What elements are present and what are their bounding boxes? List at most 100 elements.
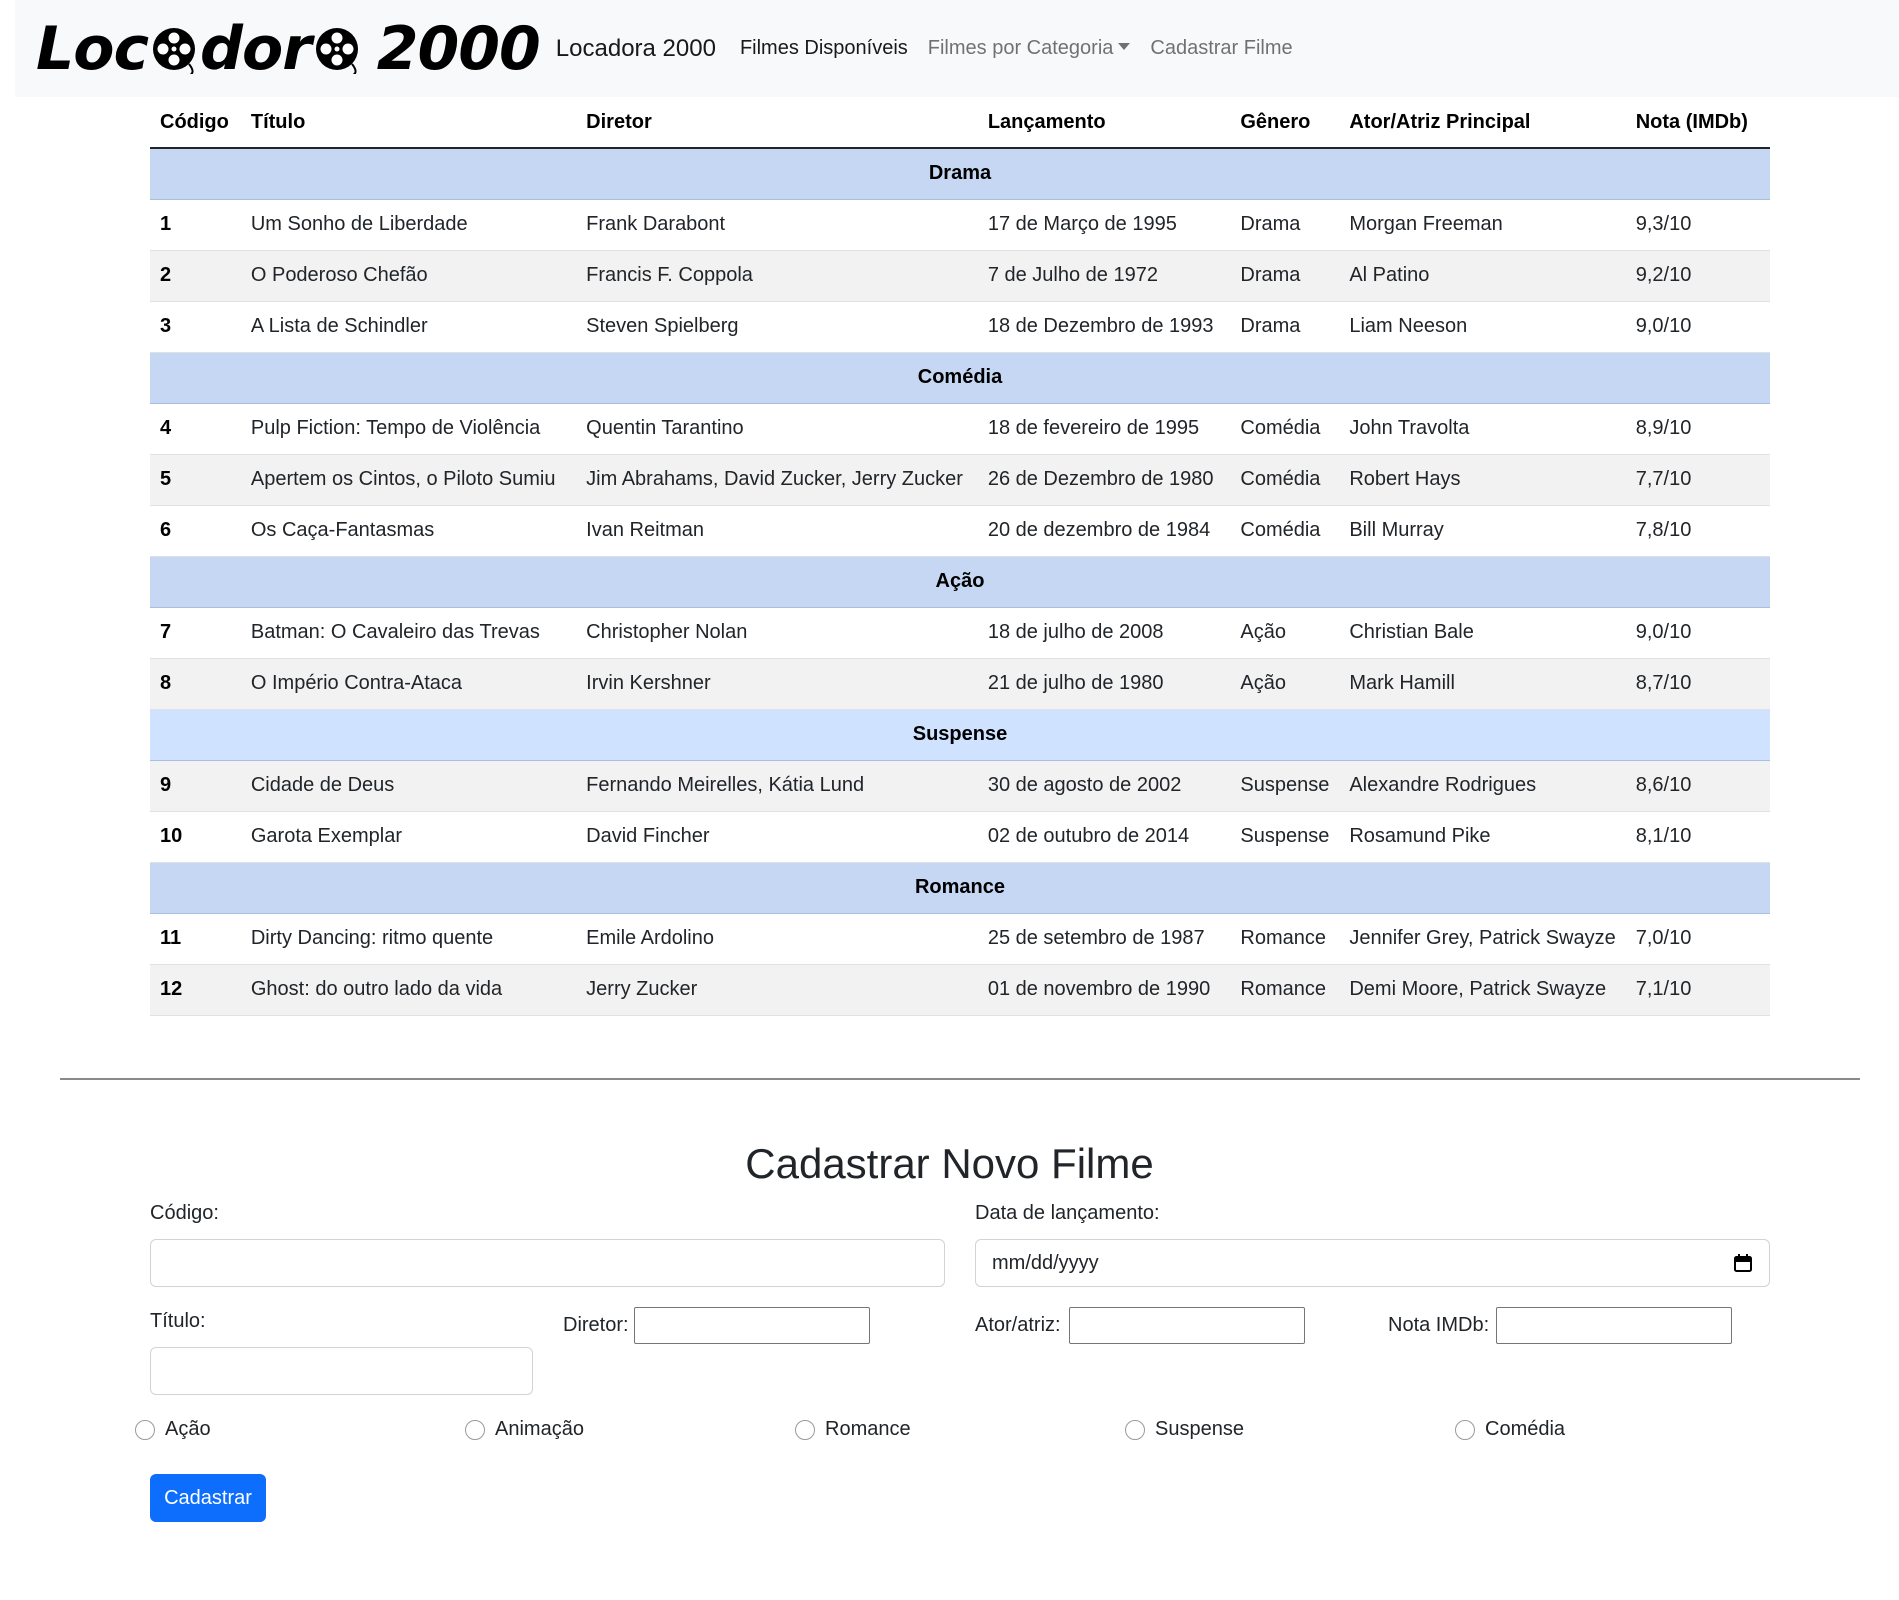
cadastrar-button[interactable]: Cadastrar bbox=[150, 1474, 266, 1522]
table-row[interactable]: 9 Cidade de Deus Fernando Meirelles, Kátia… bbox=[150, 760, 1770, 812]
cell-genero: Ação bbox=[1230, 607, 1340, 659]
cell-nota: 7,1/10 bbox=[1625, 964, 1770, 1016]
table-row[interactable]: 1 Um Sonho de Liberdade Frank Darabont 17 d… bbox=[150, 199, 1770, 251]
radio-suspense[interactable]: Suspense bbox=[1125, 1418, 1244, 1441]
table-row[interactable]: 10 Garota Exemplar David Fincher 02 de outu… bbox=[150, 811, 1770, 863]
table-row[interactable]: 2O Poderoso Chefão Francis F. Coppola 7 de… bbox=[150, 250, 1770, 302]
movies-table-container: Código Título Diretor Lançamento Gênero … bbox=[150, 98, 1770, 1016]
cell-ator: Jennifer Grey, Patrick Swayze bbox=[1339, 913, 1626, 965]
navbar: Loc dor 2000 Locadora 2000 Filmes Dispon… bbox=[15, 0, 1899, 97]
data-lancamento-label: Data de lançamento: bbox=[975, 1202, 1160, 1224]
cell-genero: Drama bbox=[1230, 301, 1340, 353]
calendar-icon[interactable] bbox=[1733, 1253, 1753, 1273]
table-row[interactable]: 6 Os Caça-Fantasmas Ivan Reitman 20 de deze… bbox=[150, 505, 1770, 557]
nav-filmes-por-categoria-label: Filmes por Categoria bbox=[927, 37, 1114, 59]
film-reel-icon bbox=[315, 27, 358, 74]
cell-nota: 8,9/10 bbox=[1625, 403, 1770, 455]
radio-label: Ação bbox=[165, 1418, 211, 1440]
cell-codigo: 5 bbox=[150, 454, 241, 506]
cell-lancamento: 20 de dezembro de 1984 bbox=[977, 505, 1231, 557]
logo[interactable]: Loc dor 2000 bbox=[36, 13, 541, 84]
cell-diretor: Ivan Reitman bbox=[576, 505, 978, 557]
cell-lancamento: 02 de outubro de 2014 bbox=[977, 811, 1231, 863]
logo-text-part3: 2000 bbox=[376, 13, 541, 84]
cell-ator: Mark Hamill bbox=[1339, 658, 1626, 710]
cell-titulo: Batman: O Cavaleiro das Trevas bbox=[240, 607, 577, 659]
category-label: Comédia bbox=[150, 352, 1770, 404]
data-lancamento-input[interactable]: mm/dd/yyyy bbox=[975, 1239, 1770, 1287]
category-label: Suspense bbox=[150, 709, 1770, 761]
cell-ator: Rosamund Pike bbox=[1339, 811, 1626, 863]
table-row[interactable]: 11 Dirty Dancing: ritmo quente Emile Ardol… bbox=[150, 913, 1770, 965]
nota-input[interactable] bbox=[1496, 1307, 1732, 1344]
cell-diretor: Christopher Nolan bbox=[576, 607, 978, 659]
cell-genero: Suspense bbox=[1230, 760, 1340, 812]
form-title: Cadastrar Novo Filme bbox=[745, 1140, 1154, 1187]
cell-nota: 8,6/10 bbox=[1625, 760, 1770, 812]
diretor-input[interactable] bbox=[634, 1307, 870, 1344]
radio-romance[interactable]: Romance bbox=[795, 1418, 911, 1441]
cell-genero: Comédia bbox=[1230, 454, 1340, 506]
radio-label: Suspense bbox=[1155, 1418, 1244, 1440]
radio-circle[interactable] bbox=[795, 1419, 815, 1440]
section-divider bbox=[60, 1078, 1860, 1080]
cell-codigo: 3 bbox=[150, 301, 241, 353]
cell-genero: Comédia bbox=[1230, 505, 1340, 557]
cell-nota: 7,8/10 bbox=[1625, 505, 1770, 557]
cell-ator: Liam Neeson bbox=[1339, 301, 1626, 353]
cell-genero: Drama bbox=[1230, 250, 1340, 302]
nav-filmes-por-categoria[interactable]: Filmes por Categoria bbox=[918, 37, 1141, 60]
cell-nota: 7,7/10 bbox=[1625, 454, 1770, 506]
table-row[interactable]: 12 Ghost: do outro lado da vida Jerry Zuck… bbox=[150, 964, 1770, 1016]
cell-titulo: Um Sonho de Liberdade bbox=[240, 199, 577, 251]
category-row: Ação bbox=[150, 556, 1770, 608]
table-row[interactable]: 5 Apertem os Cintos, o Piloto Sumiu Jim Ab… bbox=[150, 454, 1770, 506]
radio-animacao[interactable]: Animação bbox=[465, 1418, 584, 1441]
cell-ator: John Travolta bbox=[1339, 403, 1626, 455]
cell-lancamento: 21 de julho de 1980 bbox=[977, 658, 1231, 710]
nota-label: Nota IMDb: bbox=[1388, 1314, 1490, 1336]
cell-ator: Morgan Freeman bbox=[1339, 199, 1626, 251]
radio-circle[interactable] bbox=[465, 1419, 485, 1440]
radio-circle[interactable] bbox=[1125, 1419, 1145, 1440]
cell-genero: Drama bbox=[1230, 199, 1340, 251]
logo-text-part2: dor bbox=[200, 13, 312, 84]
cell-diretor: Irvin Kershner bbox=[576, 658, 978, 710]
cell-diretor: Jerry Zucker bbox=[576, 964, 978, 1016]
codigo-input[interactable] bbox=[150, 1239, 945, 1287]
cell-diretor: Steven Spielberg bbox=[576, 301, 978, 353]
brand-name[interactable]: Locadora 2000 bbox=[556, 35, 716, 63]
radio-acao[interactable]: Ação bbox=[135, 1418, 211, 1441]
cell-lancamento: 17 de Março de 1995 bbox=[977, 199, 1231, 251]
cell-codigo: 1 bbox=[150, 199, 241, 251]
table-row[interactable]: 8O Império Contra-Ataca Irvin Kershner 21 … bbox=[150, 658, 1770, 710]
cell-nota: 8,1/10 bbox=[1625, 811, 1770, 863]
cell-ator: Robert Hays bbox=[1339, 454, 1626, 506]
titulo-label: Título: bbox=[150, 1310, 206, 1332]
diretor-label: Diretor: bbox=[563, 1314, 629, 1336]
cell-lancamento: 18 de fevereiro de 1995 bbox=[977, 403, 1231, 455]
cell-nota: 9,3/10 bbox=[1625, 199, 1770, 251]
radio-comedia[interactable]: Comédia bbox=[1455, 1418, 1565, 1441]
nav-links: Filmes Disponíveis Filmes por Categoria … bbox=[730, 37, 1303, 60]
ator-input[interactable] bbox=[1069, 1307, 1305, 1344]
cell-diretor: David Fincher bbox=[576, 811, 978, 863]
cell-genero: Romance bbox=[1230, 964, 1340, 1016]
cell-titulo: Pulp Fiction: Tempo de Violência bbox=[240, 403, 577, 455]
cell-codigo: 2 bbox=[150, 250, 241, 302]
nav-filmes-disponiveis[interactable]: Filmes Disponíveis bbox=[730, 37, 918, 60]
titulo-input[interactable] bbox=[150, 1347, 533, 1395]
cell-nota: 9,2/10 bbox=[1625, 250, 1770, 302]
codigo-label: Código: bbox=[150, 1202, 219, 1224]
category-row: Drama bbox=[150, 148, 1770, 200]
cell-codigo: 4 bbox=[150, 403, 241, 455]
table-header-row: Código Título Diretor Lançamento Gênero … bbox=[150, 98, 1770, 149]
film-reel-icon bbox=[153, 27, 196, 74]
table-row[interactable]: 4 Pulp Fiction: Tempo de Violência Quentin… bbox=[150, 403, 1770, 455]
nav-cadastrar-filme[interactable]: Cadastrar Filme bbox=[1140, 37, 1302, 60]
table-row[interactable]: 7 Batman: O Cavaleiro das Trevas Christoph… bbox=[150, 607, 1770, 659]
radio-circle[interactable] bbox=[135, 1419, 155, 1440]
radio-circle[interactable] bbox=[1455, 1419, 1475, 1440]
cell-codigo: 11 bbox=[150, 913, 241, 965]
table-row[interactable]: 3A Lista de Schindler Steven Spielberg 18 … bbox=[150, 301, 1770, 353]
